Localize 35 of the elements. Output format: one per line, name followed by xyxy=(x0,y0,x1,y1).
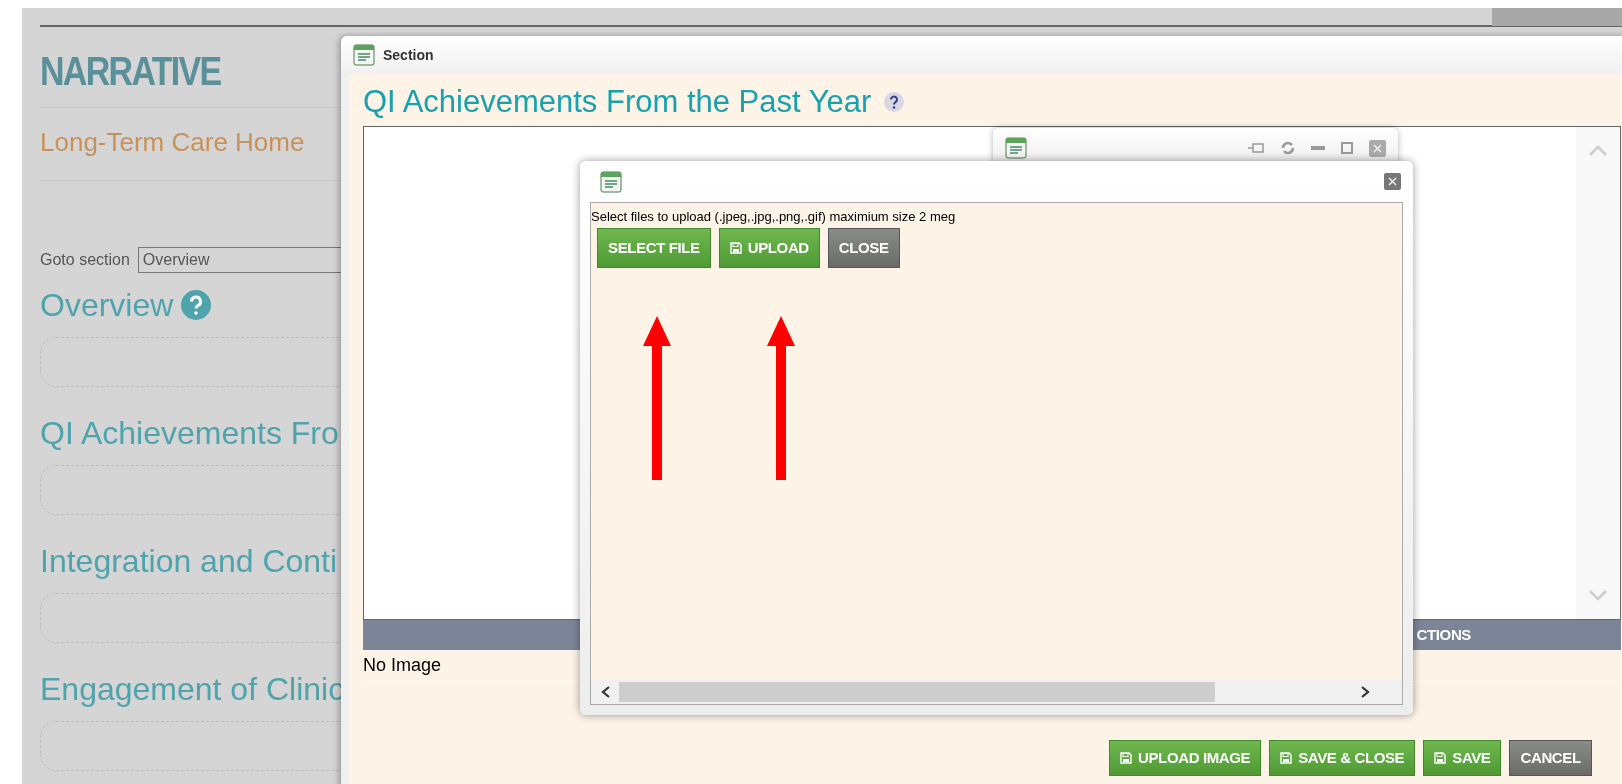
action-button[interactable]: SELECT FILE xyxy=(597,228,711,268)
upload-instruction: Select files to upload (.jpeg,.jpg,.png,.gif) maximium size 2 meg xyxy=(591,209,957,225)
help-icon[interactable] xyxy=(883,91,906,113)
pin-icon[interactable] xyxy=(1247,142,1265,154)
scroll-down-icon[interactable] xyxy=(1588,589,1608,601)
page-subtitle: Long-Term Care Home xyxy=(40,126,305,158)
save-button[interactable]: UPLOAD xyxy=(718,228,820,268)
window-icon xyxy=(353,44,375,66)
section-title: Integration and Conti xyxy=(40,542,338,581)
section-heading: QI Achievements From the Past Year xyxy=(363,83,872,121)
save-button[interactable]: UPLOAD IMAGE xyxy=(1109,740,1262,776)
action-button[interactable]: CANCEL xyxy=(1509,740,1592,776)
scroll-up-icon[interactable] xyxy=(1588,145,1608,157)
section-title: Engagement of Clinic xyxy=(40,670,345,709)
horizontal-scrollbar[interactable] xyxy=(591,680,1402,704)
scroll-right-icon[interactable] xyxy=(1360,685,1370,699)
close-icon[interactable] xyxy=(1384,173,1401,190)
section-title: Overview xyxy=(40,286,174,325)
maximize-icon[interactable] xyxy=(1341,142,1353,154)
save-button[interactable]: SAVE & CLOSE xyxy=(1269,740,1416,776)
close-icon[interactable] xyxy=(1369,139,1386,157)
section-title: QI Achievements Fro xyxy=(40,414,339,453)
window-title: Section xyxy=(383,45,434,65)
refresh-icon[interactable] xyxy=(1281,141,1295,155)
save-icon xyxy=(1434,752,1447,764)
action-button[interactable]: CLOSE xyxy=(827,228,900,268)
scroll-left-icon[interactable] xyxy=(601,685,611,699)
save-icon xyxy=(1280,752,1293,764)
goto-label: Goto section xyxy=(40,250,130,270)
window-icon xyxy=(1005,137,1027,159)
window-icon xyxy=(600,170,622,193)
save-button[interactable]: SAVE xyxy=(1423,740,1502,776)
page-heading: NARRATIVE xyxy=(40,49,221,93)
save-icon xyxy=(729,242,742,254)
save-icon xyxy=(1120,752,1132,764)
